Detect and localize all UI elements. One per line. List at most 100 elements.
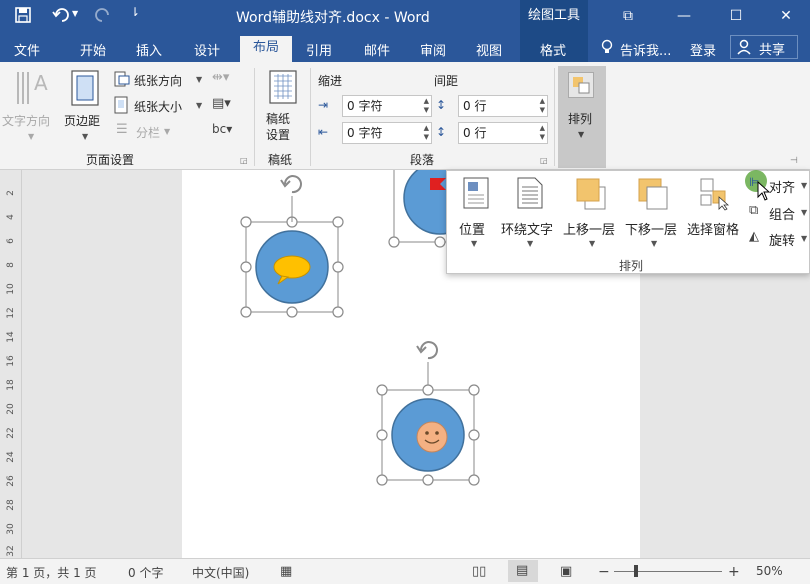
tab-references[interactable]: 引用 [306,40,332,59]
spacing-after-input[interactable]: 0 行 ▲ ▼ [458,122,548,144]
web-layout-icon[interactable]: ▣ [560,564,572,579]
ruler-tick-label: 28 [6,499,16,511]
draft-paper-button[interactable]: 稿纸 设置 [262,66,304,146]
ruler-tick-label: 8 [6,262,16,268]
macro-record-icon[interactable]: ▦ [280,564,292,579]
login-link[interactable]: 登录 [690,40,716,59]
ruler-tick-label: 12 [6,307,16,319]
selection-pane-button[interactable]: 选择窗格 [685,175,743,251]
wrap-text-button[interactable]: 环绕文字 ▼ [501,175,557,251]
page-setup-group-label: 页面设置 [86,153,135,167]
line-numbers-icon[interactable]: ▤▾ [212,96,231,111]
paper-size-button[interactable]: 纸张大小 ▼ [114,96,206,116]
read-mode-icon[interactable]: ▯▯ [472,564,486,579]
zoom-out-button[interactable]: − [598,564,610,580]
zoom-slider-thumb[interactable] [634,565,638,577]
zoom-slider-track[interactable] [614,571,722,572]
rotate-handle-icon[interactable] [416,341,438,360]
rotate-handle-icon[interactable] [280,175,302,194]
customize-qat-icon[interactable]: ⇂ [130,5,140,19]
title-bar: ▼ ⇂ Word辅助线对齐.docx - Word 绘图工具 ⧉ — ☐ ✕ [0,0,810,32]
word-count[interactable]: 0 个字 [128,564,163,581]
spin-arrows-icon[interactable]: ▲ ▼ [424,97,429,115]
smiley-circle-shape[interactable] [376,362,480,486]
tab-format[interactable]: 格式 [540,40,566,59]
chevron-down-icon: ▼ [589,239,596,248]
paper-size-label: 纸张大小 [134,100,183,114]
close-button[interactable]: ✕ [766,2,806,30]
tab-mailings[interactable]: 邮件 [364,40,390,59]
spin-arrows-icon[interactable]: ▲ ▼ [540,97,545,115]
tab-insert[interactable]: 插入 [136,40,162,59]
arrange-dropdown-panel: 位置 ▼ 环绕文字 ▼ 上移一层 ▼ 下移一层 ▼ 选择窗格 ⊫ 对齐 ▼ ⧉ … [446,170,810,274]
ribbon-display-options-icon[interactable]: ⧉ [608,2,648,30]
chevron-down-icon: ▼ [801,181,808,190]
maximize-button[interactable]: ☐ [716,2,756,30]
draft-paper-icon [268,70,298,107]
indent-right-input[interactable]: 0 字符 ▲ ▼ [342,122,432,144]
save-icon[interactable] [14,6,32,28]
bring-forward-button[interactable]: 上移一层 ▼ [561,175,619,251]
margins-icon [70,70,100,109]
text-direction-button[interactable]: A 文字方向 ▼ [2,66,62,146]
breaks-icon[interactable]: ⇹▾ [212,70,229,85]
selection-pane-icon [699,177,731,214]
draft-group-label: 稿纸 [268,153,293,167]
print-layout-icon[interactable]: ▤ [508,560,538,582]
tab-review[interactable]: 审阅 [420,40,446,59]
tell-me-search[interactable]: 告诉我... [620,40,671,59]
share-label: 共享 [759,43,786,58]
undo-dropdown-icon[interactable]: ▼ [72,9,78,18]
arrange-button[interactable]: 排列 ▼ [558,66,606,168]
chevron-down-icon: ▼ [196,75,203,84]
page-count[interactable]: 第 1 页，共 1 页 [6,564,97,581]
align-label: 对齐 [769,181,796,196]
language-indicator[interactable]: 中文(中国) [192,564,249,581]
chevron-down-icon: ▼ [82,132,89,141]
margins-button[interactable]: 页边距 ▼ [64,66,110,146]
redo-icon [94,6,112,28]
spin-arrows-icon[interactable]: ▲ ▼ [424,124,429,142]
paper-size-icon [114,96,130,117]
group-button[interactable]: ⧉ 组合 ▼ [747,201,809,225]
group-icon: ⧉ [749,203,759,218]
tab-file[interactable]: 文件 [14,40,40,59]
zoom-level[interactable]: 50% [756,564,783,578]
tab-home[interactable]: 开始 [80,40,106,59]
indent-title: 缩进 [318,74,343,88]
share-button[interactable]: 共享 [730,35,798,59]
orientation-button[interactable]: 纸张方向 ▼ [114,70,206,90]
status-bar: 第 1 页，共 1 页 0 个字 中文(中国) ▦ ▯▯ ▤ ▣ − + 50% [0,558,810,584]
columns-button[interactable]: ☰ 分栏 ▼ [114,122,174,142]
tab-layout[interactable]: 布局 [240,36,292,62]
speech-bubble-shape[interactable] [240,196,344,318]
wrap-text-icon [517,177,543,212]
spin-arrows-icon[interactable]: ▲ ▼ [540,124,545,142]
dialog-launcher-icon[interactable]: ◲ [540,156,548,165]
rotate-button[interactable]: ◭ 旋转 ▼ [747,227,809,251]
minimize-button[interactable]: — [664,2,704,30]
svg-text:A: A [34,71,48,95]
ruler-tick-label: 26 [6,475,16,487]
zoom-in-button[interactable]: + [728,564,740,580]
ribbon-tab-bar [0,32,810,62]
ruler-tick-label: 2 [6,190,16,196]
chevron-down-icon: ▼ [164,127,171,136]
ruler-tick-label: 14 [6,331,16,343]
indent-left-input[interactable]: 0 字符 ▲ ▼ [342,95,432,117]
position-button[interactable]: 位置 ▼ [455,175,495,251]
spacing-before-input[interactable]: 0 行 ▲ ▼ [458,95,548,117]
align-button[interactable]: ⊫ 对齐 ▼ [745,170,809,201]
undo-icon[interactable] [52,6,72,28]
tab-view[interactable]: 视图 [476,40,502,59]
paragraph-group-label: 段落 [410,153,435,167]
draft-paper-label-2: 设置 [266,128,291,142]
orientation-label: 纸张方向 [134,74,183,88]
wrap-text-label: 环绕文字 [501,223,554,238]
collapse-ribbon-icon[interactable]: ⊣ [790,156,798,166]
hyphenation-icon[interactable]: bc▾ [212,122,232,136]
send-backward-button[interactable]: 下移一层 ▼ [623,175,681,251]
margins-label: 页边距 [64,114,101,128]
dialog-launcher-icon[interactable]: ◲ [240,156,248,165]
tab-design[interactable]: 设计 [194,40,220,59]
